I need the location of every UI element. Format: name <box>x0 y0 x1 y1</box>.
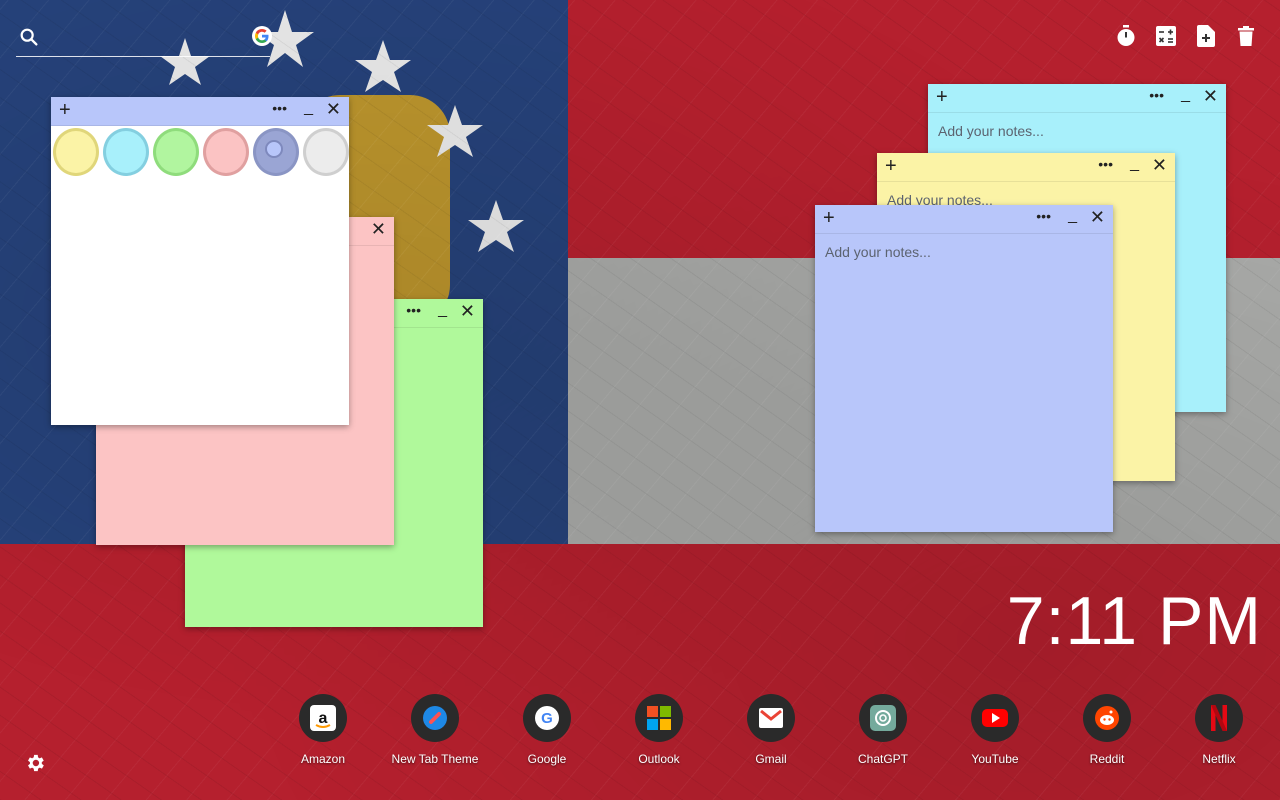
close-icon[interactable]: ✕ <box>1152 156 1167 174</box>
more-options-icon[interactable]: ••• <box>1149 87 1164 103</box>
color-swatch-white[interactable] <box>303 128 349 176</box>
chatgpt-icon <box>859 694 907 742</box>
search-icon[interactable] <box>18 26 40 53</box>
outlook-icon <box>635 694 683 742</box>
gmail-icon <box>747 694 795 742</box>
more-options-icon[interactable]: ••• <box>1098 156 1113 172</box>
shortcut-amazon[interactable]: a Amazon <box>267 694 379 766</box>
new-tab-theme-icon <box>411 694 459 742</box>
close-icon[interactable]: ✕ <box>371 220 386 238</box>
note-titlebar[interactable]: + ••• _ ✕ <box>877 153 1175 182</box>
shortcut-google[interactable]: G Google <box>491 694 603 766</box>
close-icon[interactable]: ✕ <box>326 100 341 118</box>
close-icon[interactable]: ✕ <box>1203 87 1218 105</box>
shortcut-label: Reddit <box>1089 752 1125 766</box>
shortcut-new-tab-theme[interactable]: New Tab Theme <box>379 694 491 766</box>
shortcut-label: Amazon <box>300 752 346 766</box>
minimize-icon[interactable]: _ <box>438 301 447 319</box>
shortcut-label: New Tab Theme <box>391 752 479 766</box>
shortcut-label: ChatGPT <box>857 752 908 766</box>
close-icon[interactable]: ✕ <box>1090 208 1105 226</box>
new-note-icon[interactable] <box>1196 24 1216 48</box>
shortcut-gmail[interactable]: Gmail <box>715 694 827 766</box>
youtube-icon <box>971 694 1019 742</box>
note-text-area[interactable]: Add your notes... <box>815 234 1113 270</box>
color-swatch-yellow[interactable] <box>53 128 99 176</box>
color-swatch-cyan[interactable] <box>103 128 149 176</box>
note-titlebar[interactable]: + ••• _ ✕ <box>928 84 1226 113</box>
shortcut-label: YouTube <box>971 752 1019 766</box>
shortcut-label: Outlook <box>638 752 680 766</box>
shortcut-label: Google <box>527 752 567 766</box>
shortcut-label: Netflix <box>1202 752 1236 766</box>
google-search-icon[interactable] <box>252 26 272 46</box>
shortcut-netflix[interactable]: Netflix <box>1163 694 1275 766</box>
search-bar <box>16 24 272 57</box>
sticky-note-white[interactable]: + ••• _ ✕ <box>51 97 349 425</box>
svg-text:a: a <box>319 710 328 727</box>
close-icon[interactable]: ✕ <box>460 302 475 320</box>
more-options-icon[interactable]: ••• <box>272 100 287 116</box>
clock: 7:11 PM <box>1006 583 1262 659</box>
add-note-icon[interactable]: + <box>59 100 71 120</box>
shortcut-chatgpt[interactable]: ChatGPT <box>827 694 939 766</box>
shortcut-dock: a Amazon New Tab Theme G Google Outlook … <box>267 694 1275 766</box>
amazon-icon: a <box>299 694 347 742</box>
timer-icon[interactable] <box>1116 24 1136 48</box>
minimize-icon[interactable]: _ <box>1181 86 1190 104</box>
color-swatch-blue-selected[interactable] <box>253 128 299 176</box>
shortcut-reddit[interactable]: Reddit <box>1051 694 1163 766</box>
shortcut-outlook[interactable]: Outlook <box>603 694 715 766</box>
shortcut-youtube[interactable]: YouTube <box>939 694 1051 766</box>
more-options-icon[interactable]: ••• <box>1036 208 1051 224</box>
note-titlebar[interactable]: + ••• _ ✕ <box>815 205 1113 234</box>
add-note-icon[interactable]: + <box>936 87 948 107</box>
reddit-icon <box>1083 694 1131 742</box>
google-icon: G <box>523 694 571 742</box>
sticky-note-blue[interactable]: + ••• _ ✕ Add your notes... <box>815 205 1113 532</box>
color-swatch-pink[interactable] <box>203 128 249 176</box>
add-note-icon[interactable]: + <box>823 208 835 228</box>
shortcut-label: Gmail <box>755 752 787 766</box>
svg-text:G: G <box>541 710 553 727</box>
color-palette <box>51 126 349 176</box>
more-options-icon[interactable]: ••• <box>406 302 421 318</box>
minimize-icon[interactable]: _ <box>304 99 313 117</box>
note-titlebar[interactable]: + ••• _ ✕ <box>51 97 349 126</box>
trash-icon[interactable] <box>1236 24 1256 48</box>
netflix-icon <box>1195 694 1243 742</box>
minimize-icon[interactable]: _ <box>1130 155 1139 173</box>
add-note-icon[interactable]: + <box>885 156 897 176</box>
minimize-icon[interactable]: _ <box>1068 207 1077 225</box>
top-toolbar <box>1116 24 1256 48</box>
settings-gear-icon[interactable] <box>24 752 46 779</box>
note-text-area[interactable]: Add your notes... <box>928 113 1226 149</box>
color-swatch-green[interactable] <box>153 128 199 176</box>
calculator-icon[interactable] <box>1156 24 1176 48</box>
search-input[interactable] <box>48 24 252 54</box>
